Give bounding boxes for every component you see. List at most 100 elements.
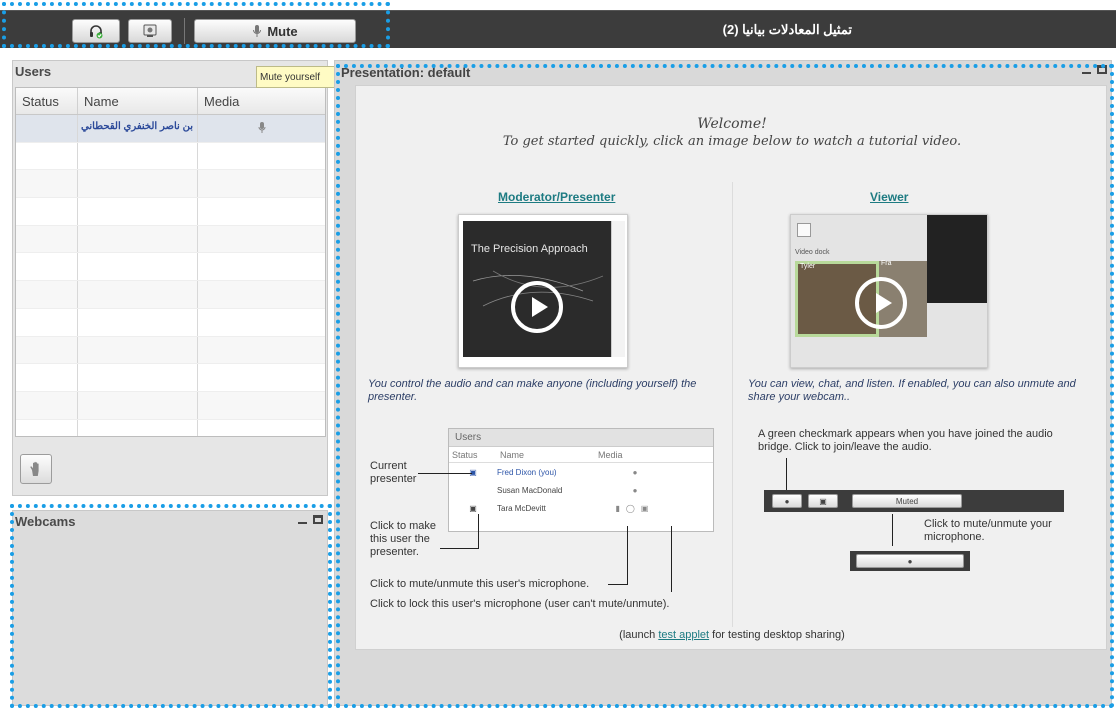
illustration-row: Susan MacDonald ● [449, 481, 713, 499]
presenter-icon: ▣ [469, 467, 477, 477]
users-table: Status Name Media بن ناصر الخنفري القحطا… [15, 87, 326, 437]
make-presenter-icon: ▣ [469, 503, 477, 513]
microphone-icon: ● [632, 485, 638, 495]
media-cell [198, 115, 325, 142]
make-presenter-label: Click to make this user the presenter. [370, 520, 437, 558]
table-row-empty [16, 225, 325, 254]
microphone-icon [253, 25, 262, 37]
microphone-icon[interactable] [258, 122, 266, 134]
illustration-users-title: Users [449, 429, 713, 447]
mute-tooltip: Mute yourself [256, 66, 337, 88]
column-header-status[interactable]: Status [16, 88, 78, 114]
illustration-row: ▣ Tara McDevitt ▮◯▣ [449, 499, 713, 517]
illustration-user-name: Fred Dixon (you) [497, 467, 557, 477]
applet-suffix: for testing desktop sharing) [709, 629, 845, 641]
mute-button[interactable]: Mute [194, 19, 356, 43]
table-row-empty [16, 253, 325, 282]
arrow-line [671, 526, 672, 592]
illustration-muted-label: Muted [895, 496, 919, 506]
webcam-name-2: Fra [881, 260, 892, 267]
users-table-header: Status Name Media [16, 88, 325, 115]
presentation-panel: Presentation: default Welcome! To get st… [334, 60, 1112, 706]
illustration-row: ▣ Fred Dixon (you) ● [449, 463, 713, 481]
table-row-empty [16, 308, 325, 337]
illustration-col-media: Media [598, 450, 623, 460]
minimize-icon[interactable] [298, 521, 307, 524]
column-divider [732, 182, 733, 627]
video-dark-panel [927, 215, 987, 303]
webcam-button[interactable] [128, 19, 172, 43]
test-applet-link[interactable]: test applet [658, 629, 709, 641]
table-row-empty [16, 281, 325, 309]
viewer-description: You can view, chat, and listen. If enabl… [748, 378, 1076, 403]
welcome-text: Welcome! [697, 116, 767, 132]
headset-button[interactable] [72, 19, 120, 43]
arrow-line [786, 458, 787, 490]
arrow-line [627, 526, 628, 585]
illustration-muted-button: Muted [852, 494, 962, 508]
table-row-empty [16, 419, 325, 436]
presentation-title: Presentation: default [341, 65, 471, 80]
top-strip [0, 0, 1116, 10]
video-dock-label: Video dock [795, 249, 830, 256]
user-name: بن ناصر الخنفري القحطاني [78, 115, 198, 142]
status-cell [16, 115, 78, 142]
mute-button-label: Mute [267, 23, 298, 39]
lock-user-label: Click to lock this user's microphone (us… [370, 598, 670, 610]
presentation-slide: Welcome! To get started quickly, click a… [355, 85, 1107, 650]
settings-icon [797, 223, 811, 237]
table-row-empty [16, 198, 325, 226]
toolbar-separator [184, 18, 185, 44]
illustration-mic-button: ● [856, 554, 964, 568]
video-side-toolbar [611, 221, 625, 357]
hand-icon [30, 461, 39, 476]
raise-hand-button[interactable] [20, 454, 52, 484]
video-title: The Precision Approach [471, 243, 588, 255]
illustration-col-status: Status [452, 450, 478, 460]
mute-your-mic-label: Click to mute/unmute your microphone. [924, 518, 1052, 543]
play-icon[interactable] [855, 277, 907, 329]
webcams-window-controls [298, 515, 323, 524]
maximize-icon[interactable] [313, 515, 323, 524]
mic-lock-icons: ▮◯▣ [615, 503, 655, 513]
webcams-panel-title: Webcams [15, 514, 76, 529]
table-row[interactable]: بن ناصر الخنفري القحطاني [16, 115, 325, 143]
viewer-heading-link[interactable]: Viewer [870, 190, 908, 204]
users-panel: Users Status Name Media بن ناصر الخنفري … [12, 60, 328, 496]
webcam-icon [143, 24, 157, 37]
play-icon[interactable] [511, 281, 563, 333]
column-header-media[interactable]: Media [198, 88, 325, 114]
headset-icon [90, 25, 103, 39]
users-panel-title: Users [15, 64, 52, 79]
mute-user-label: Click to mute/unmute this user's microph… [370, 578, 590, 590]
maximize-icon[interactable] [1097, 65, 1107, 74]
viewer-tutorial-video[interactable]: Video dock Tyler Fra [790, 214, 988, 368]
moderator-heading-link[interactable]: Moderator/Presenter [498, 190, 615, 204]
illustration-toolbar: ● ▣ Muted [764, 490, 1064, 512]
minimize-icon[interactable] [1082, 71, 1091, 74]
get-started-text: To get started quickly, click an image b… [502, 134, 962, 149]
illustration-webcam-icon: ▣ [808, 494, 838, 508]
table-row-empty [16, 142, 325, 171]
illustration-user-name: Tara McDevitt [497, 503, 546, 513]
illustration-col-name: Name [500, 450, 525, 460]
applet-line: (launch test applet for testing desktop … [356, 629, 1108, 642]
table-row-empty [16, 364, 325, 392]
arrow-line [608, 584, 628, 585]
moderator-description: You control the audio and can make anyon… [368, 378, 697, 403]
table-row-empty [16, 170, 325, 199]
illustration-users-panel: Users Status Name Media ▣ Fred Dixon (yo… [448, 428, 714, 532]
illustration-users-columns: Status Name Media [449, 447, 713, 463]
presentation-window-controls [1082, 65, 1107, 74]
illustration-user-name: Susan MacDonald [497, 485, 563, 495]
microphone-icon: ● [632, 467, 638, 477]
video-screen: The Precision Approach [463, 221, 611, 357]
column-header-name[interactable]: Name [78, 88, 198, 114]
meeting-title: تمثيل المعادلات بيانيا (2) [722, 22, 852, 37]
top-toolbar: Mute تمثيل المعادلات بيانيا (2) [0, 10, 1116, 48]
arrow-line [418, 473, 472, 474]
moderator-tutorial-video[interactable]: The Precision Approach [458, 214, 628, 368]
table-row-empty [16, 336, 325, 365]
webcams-panel: Webcams [12, 510, 328, 706]
webcam-name-1: Tyler [800, 263, 816, 270]
